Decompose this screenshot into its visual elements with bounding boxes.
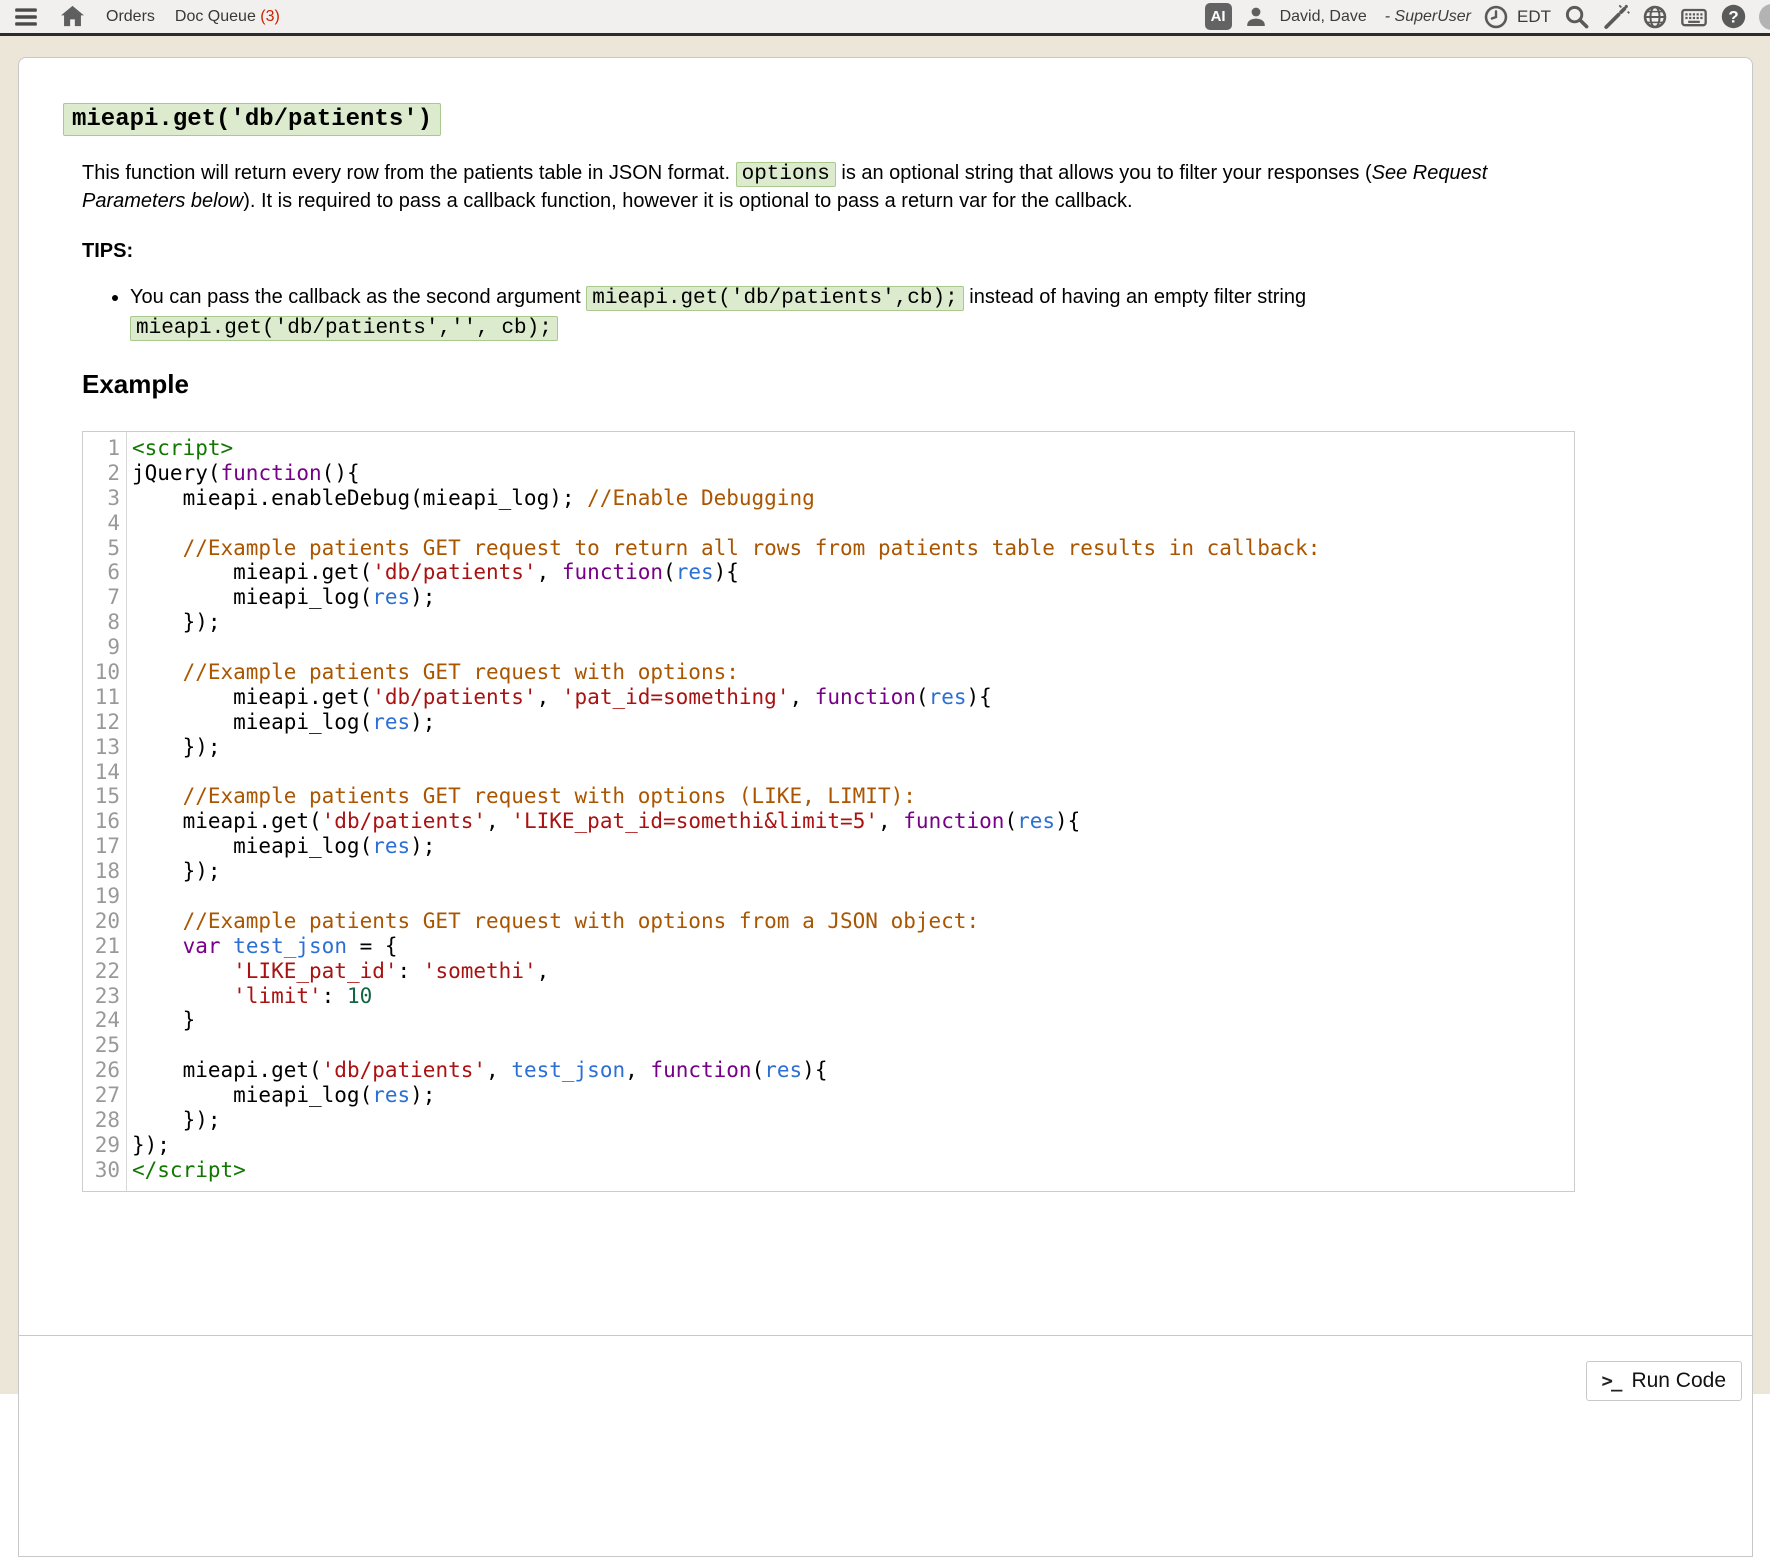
doc-queue-count-badge: (3) (260, 8, 280, 25)
help-icon[interactable]: ? (1720, 3, 1747, 30)
tip-code-chip-1: mieapi.get('db/patients',cb); (586, 286, 963, 311)
tip-text-1: You can pass the callback as the second … (130, 286, 586, 308)
intro-paragraph: This function will return every row from… (82, 160, 1575, 214)
timezone-label[interactable]: EDT (1517, 7, 1551, 27)
topbar-left: Orders Doc Queue (3) (13, 3, 280, 30)
intro-text-3: ). It is required to pass a callback fun… (243, 190, 1132, 212)
globe-icon[interactable] (1642, 4, 1668, 30)
svg-text:?: ? (1728, 7, 1738, 26)
magic-wand-icon[interactable] (1602, 3, 1630, 31)
tip-text-2: instead of having an empty filter string (964, 286, 1306, 308)
run-code-button[interactable]: >_ Run Code (1586, 1361, 1742, 1401)
nav-doc-queue-label: Doc Queue (175, 8, 256, 25)
doc-content: This function will return every row from… (82, 160, 1575, 1192)
home-icon[interactable] (59, 3, 86, 30)
user-role: - SuperUser (1385, 8, 1471, 26)
tips-list: You can pass the callback as the second … (82, 283, 1575, 343)
editor-code-lines[interactable]: <script>jQuery(function(){ mieapi.enable… (127, 432, 1574, 1191)
tip-item: You can pass the callback as the second … (130, 283, 1575, 343)
nav-doc-queue[interactable]: Doc Queue (3) (175, 8, 280, 26)
search-icon[interactable] (1563, 3, 1590, 30)
run-code-label: Run Code (1631, 1369, 1726, 1393)
content-card: mieapi.get('db/patients') This function … (18, 57, 1753, 1557)
options-code-chip: options (736, 162, 836, 187)
user-icon[interactable] (1244, 5, 1268, 29)
hamburger-menu-icon[interactable] (13, 4, 39, 30)
clock-icon[interactable] (1483, 4, 1509, 30)
code-editor[interactable]: 1234567891011121314151617181920212223242… (82, 431, 1575, 1192)
topbar: Orders Doc Queue (3) AI David, Dave - Su… (0, 0, 1770, 36)
keyboard-icon[interactable] (1680, 3, 1708, 31)
intro-text-1: This function will return every row from… (82, 162, 736, 184)
ai-badge[interactable]: AI (1205, 3, 1232, 30)
edge-partial-icon[interactable] (1759, 4, 1770, 30)
terminal-prompt-icon: >_ (1602, 1370, 1621, 1392)
page-title: mieapi.get('db/patients') (63, 103, 441, 136)
intro-text-2: is an optional string that allows you to… (836, 162, 1372, 184)
topbar-right: AI David, Dave - SuperUser EDT (1205, 3, 1770, 31)
tips-heading: TIPS: (82, 240, 1575, 263)
editor-footer: >_ Run Code (19, 1335, 1752, 1401)
user-name[interactable]: David, Dave (1280, 8, 1367, 26)
tip-code-chip-2: mieapi.get('db/patients','', cb); (130, 316, 558, 341)
documentation-section: mieapi.get('db/patients') This function … (19, 58, 1752, 1335)
example-heading: Example (82, 369, 1575, 400)
nav-orders[interactable]: Orders (106, 8, 155, 26)
editor-gutter: 1234567891011121314151617181920212223242… (83, 432, 127, 1191)
